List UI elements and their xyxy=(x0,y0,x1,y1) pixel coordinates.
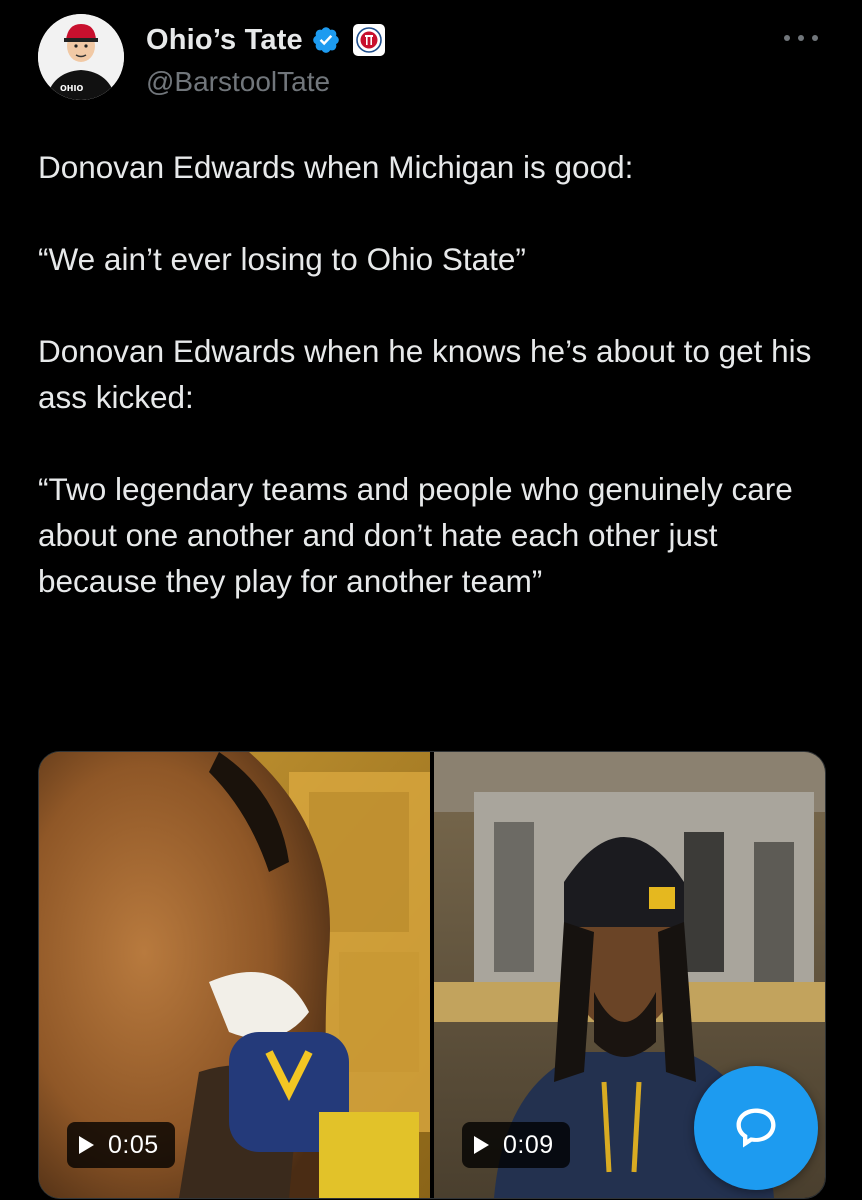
video-duration-pill: 0:09 xyxy=(462,1122,570,1168)
tweet-card: OHIO Ohio’s Tate @BarstoolTate Donovan E… xyxy=(0,0,862,1200)
tweet-paragraph: Donovan Edwards when Michigan is good: xyxy=(38,149,634,185)
barstool-logo-icon xyxy=(356,27,382,53)
reply-bubble-icon xyxy=(736,1108,776,1148)
verified-badge-icon[interactable] xyxy=(311,25,341,55)
tweet-paragraph: “Two legendary teams and people who genu… xyxy=(38,471,802,599)
video-duration: 0:09 xyxy=(503,1130,554,1159)
author-name-row: Ohio’s Tate xyxy=(146,20,385,60)
affiliate-badge-icon[interactable] xyxy=(352,24,385,56)
video-duration: 0:05 xyxy=(108,1130,159,1159)
more-dot xyxy=(784,35,790,41)
author-avatar[interactable]: OHIO xyxy=(38,14,124,100)
tweet-text: Donovan Edwards when Michigan is good: “… xyxy=(38,144,828,604)
video-thumbnail[interactable]: 0:05 xyxy=(39,752,430,1198)
video-duration-pill: 0:05 xyxy=(67,1122,175,1168)
more-horizontal-icon[interactable] xyxy=(784,28,818,48)
author-display-name[interactable]: Ohio’s Tate xyxy=(146,24,303,57)
avatar-lettering: OHIO xyxy=(60,84,83,93)
play-icon xyxy=(474,1136,489,1154)
play-icon xyxy=(79,1136,94,1154)
more-dot xyxy=(812,35,818,41)
tweet-paragraph: Donovan Edwards when he knows he’s about… xyxy=(38,333,821,415)
reply-button[interactable] xyxy=(694,1066,818,1190)
more-dot xyxy=(798,35,804,41)
avatar-illustration: OHIO xyxy=(38,14,124,100)
author-handle[interactable]: @BarstoolTate xyxy=(146,66,330,98)
tweet-paragraph: “We ain’t ever losing to Ohio State” xyxy=(38,241,526,277)
